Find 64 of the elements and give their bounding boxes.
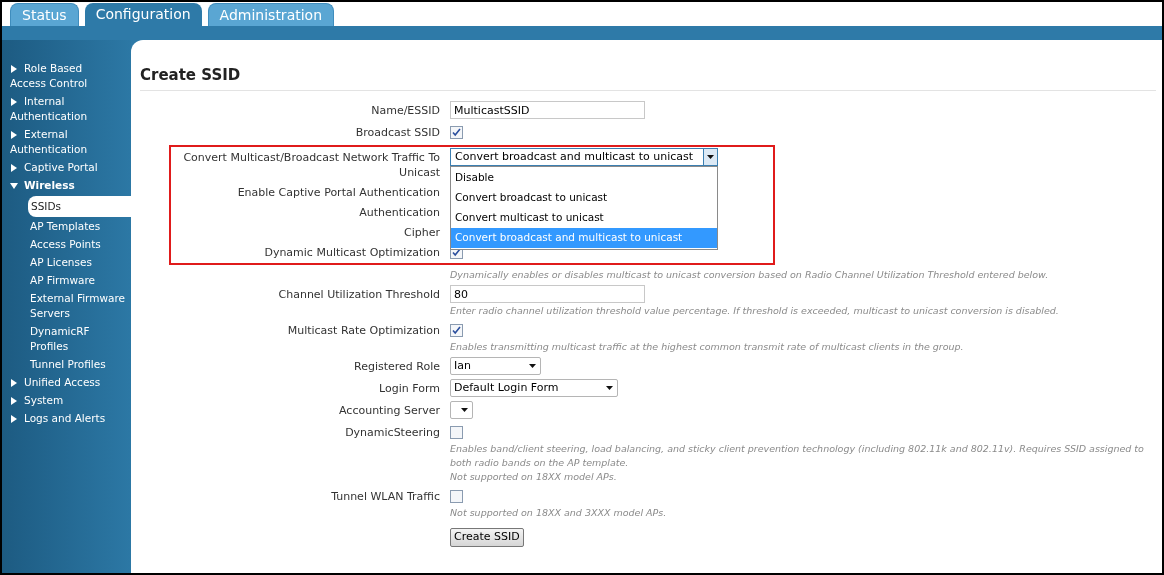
field-label: Dynamic Multicast Optimization [264,244,440,261]
field-label: Broadcast SSID [355,124,440,141]
help-text: Dynamically enables or disables multicast to unicast conversion based on Radio Channel Utilization Threshold entered below. [450,267,1049,282]
caret-icon [460,408,468,412]
page-title: Create SSID [140,65,242,86]
sidebar-item[interactable]: Captive Portal [10,160,118,175]
dropdown[interactable]: Ian [450,357,541,375]
dropdown[interactable] [450,401,473,419]
sidebar-subitem[interactable]: External Firmware Servers [28,291,131,321]
sidebar-subitem[interactable]: Access Points [28,237,131,252]
create-ssid-button[interactable]: Create SSID [450,527,524,547]
dropdown[interactable]: Convert broadcast and multicast to unicast [450,148,718,166]
caret-right-icon [10,397,18,405]
dropdown[interactable]: Default Login Form [450,379,618,397]
sidebar-subitem[interactable]: AP Licenses [28,255,131,270]
caret-right-icon [10,65,18,73]
sidebar-item[interactable]: External Authentication [10,127,118,157]
caret-right-icon [10,379,18,387]
sidebar-subitem[interactable]: AP Firmware [28,273,131,288]
field-label: Name/ESSID [371,102,440,119]
caret-icon [707,155,714,159]
field-label: Channel Utilization Threshold [278,286,440,303]
caret-icon [605,386,613,390]
sidebar-item[interactable]: Logs and Alerts [10,411,118,426]
tab[interactable]: Configuration [84,3,202,26]
dropdown-option[interactable]: Disable [451,168,717,188]
text-field[interactable]: 80 [450,285,645,303]
checkbox[interactable] [450,489,463,503]
text-field[interactable]: MulticastSSID [450,101,645,119]
sidebar-subitem[interactable]: AP Templates [28,219,131,234]
help-text: Enables band/client steering, load balancing, and sticky client prevention technology (including 802.11k and 802.11v). Requires SSID assigned to both radio bands on the AP template. [450,441,1145,470]
sidebar-item[interactable]: Role Based Access Control [10,61,118,91]
sidebar-subitem[interactable]: SSIDs [28,196,131,217]
caret-right-icon [10,131,18,139]
sidebar-item[interactable]: System [10,393,118,408]
field-label: Convert Multicast/Broadcast Network Traffic To Unicast [182,149,440,180]
field-label: Multicast Rate Optimization [287,322,440,339]
checkbox[interactable] [450,323,463,337]
caret-right-icon [10,164,18,172]
caret-right-icon [10,98,18,106]
help-text: Not supported on 18XX and 3XXX model APs. [450,505,667,520]
dropdown-option[interactable]: Convert broadcast to unicast [451,188,717,208]
field-label: Cipher [404,224,440,240]
sidebar-subitem[interactable]: DynamicRF Profiles [28,324,131,354]
dropdown-option[interactable]: Convert multicast to unicast [451,208,717,228]
checkbox[interactable] [450,125,463,139]
field-label: Enable Captive Portal Authentication [237,184,440,200]
field-label: Login Form [379,380,440,397]
sidebar-subitem[interactable]: Tunnel Profiles [28,357,131,372]
help-text: Enables transmitting multicast traffic at the highest common transmit rate of multicast clients in the group. [450,339,964,354]
caret-right-icon [10,415,18,423]
sidebar-item[interactable]: Unified Access [10,375,118,390]
caret-icon [528,364,536,368]
field-label: Tunnel WLAN Traffic [331,488,440,505]
sidebar-item[interactable]: Wireless [10,178,118,193]
caret-down-icon [10,182,18,190]
field-label: Authentication [359,204,440,220]
help-text: Enter radio channel utilization threshold value percentage. If threshold is exceeded, multicast to unicast conversion is disabled. [450,303,1059,318]
help-text: Not supported on 18XX model APs. [450,469,618,484]
field-label: Accounting Server [339,402,440,419]
field-label: Registered Role [354,358,440,375]
field-label: DynamicSteering [345,424,440,441]
sidebar-item[interactable]: Internal Authentication [10,94,118,124]
checkbox[interactable] [450,425,463,439]
